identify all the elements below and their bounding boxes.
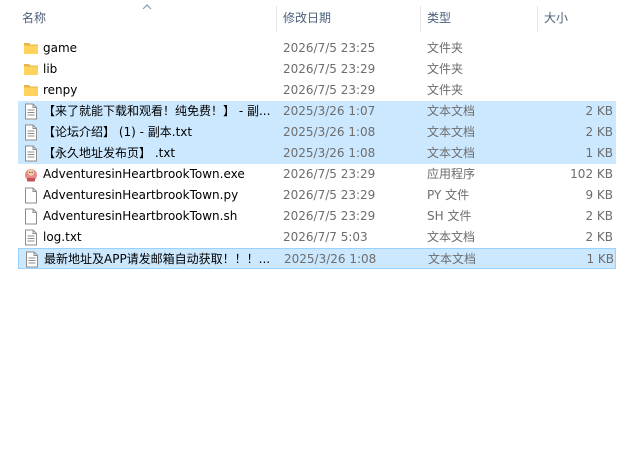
file-type: 文本文档 (428, 252, 477, 266)
file-size (540, 59, 613, 80)
file-type: 文本文档 (427, 230, 476, 244)
column-header-type[interactable]: 类型 (427, 0, 451, 36)
file-type: 文件夹 (427, 83, 464, 97)
folder-icon (23, 82, 39, 99)
file-size: 2 KB (585, 125, 613, 139)
file-size (540, 38, 613, 59)
file-row[interactable]: renpy 2026/7/5 23:29 文件夹 (18, 80, 616, 101)
file-type: 文本文档 (427, 104, 476, 118)
column-divider[interactable] (420, 6, 421, 32)
column-divider[interactable] (276, 6, 277, 32)
file-row[interactable]: AdventuresinHeartbrookTown.py 2026/7/5 23… (18, 185, 616, 206)
file-row[interactable]: AdventuresinHeartbrookTown.sh 2026/7/5 23… (18, 206, 616, 227)
file-name: AdventuresinHeartbrookTown.exe (43, 167, 245, 181)
file-modified-date: 2025/3/26 1:07 (283, 104, 376, 118)
file-modified-date: 2026/7/5 23:29 (283, 62, 376, 76)
file-row[interactable]: 【论坛介绍】 (1) - 副本.txt 2025/3/26 1:08 文本文档 2 K… (18, 122, 616, 143)
file-name: 【永久地址发布页】 .txt (43, 146, 176, 160)
text-file-icon (24, 251, 40, 268)
text-file-icon (23, 103, 39, 120)
file-type: SH 文件 (427, 209, 472, 223)
folder-icon (23, 40, 39, 57)
column-divider[interactable] (537, 6, 538, 32)
file-name: 最新地址及APP请发邮箱自动获取！！！... (44, 252, 271, 266)
file-name: log.txt (43, 230, 82, 244)
text-file-icon (23, 124, 39, 141)
file-type: 应用程序 (427, 167, 476, 181)
file-row[interactable]: 最新地址及APP请发邮箱自动获取！！！... 2025/3/26 1:08 文本文档… (18, 248, 616, 269)
file-row[interactable]: 【来了就能下载和观看！纯免费！】 - 副... 2025/3/26 1:07 文本文… (18, 101, 616, 122)
file-size: 2 KB (585, 209, 613, 223)
file-type: 文件夹 (427, 41, 464, 55)
file-name: renpy (43, 83, 78, 97)
file-row[interactable]: 【永久地址发布页】 .txt 2025/3/26 1:08 文本文档 1 KB (18, 143, 616, 164)
file-size: 2 KB (585, 104, 613, 118)
column-header-date[interactable]: 修改日期 (283, 0, 331, 36)
file-name: 【论坛介绍】 (1) - 副本.txt (43, 125, 193, 139)
file-name: AdventuresinHeartbrookTown.py (43, 188, 239, 202)
text-file-icon (23, 229, 39, 246)
file-type: 文件夹 (427, 62, 464, 76)
file-modified-date: 2026/7/5 23:29 (283, 83, 376, 97)
folder-icon (23, 61, 39, 78)
file-type: 文本文档 (427, 146, 476, 160)
file-modified-date: 2026/7/5 23:29 (283, 188, 376, 202)
file-name: AdventuresinHeartbrookTown.sh (43, 209, 238, 223)
text-file-icon (23, 145, 39, 162)
file-size: 9 KB (585, 188, 613, 202)
file-name: lib (43, 62, 58, 76)
blank-file-icon (23, 187, 39, 204)
file-row[interactable]: log.txt 2026/7/7 5:03 文本文档 2 KB (18, 227, 616, 248)
file-modified-date: 2025/3/26 1:08 (283, 146, 376, 160)
file-row[interactable]: lib 2026/7/5 23:29 文件夹 (18, 59, 616, 80)
file-row[interactable]: AdventuresinHeartbrookTown.exe 2026/7/5 2… (18, 164, 616, 185)
file-row[interactable]: game 2026/7/5 23:25 文件夹 (18, 38, 616, 59)
file-modified-date: 2025/3/26 1:08 (284, 252, 377, 266)
file-size (540, 80, 613, 101)
column-header-size[interactable]: 大小 (544, 0, 568, 36)
file-type: 文本文档 (427, 125, 476, 139)
file-modified-date: 2026/7/5 23:29 (283, 167, 376, 181)
blank-file-icon (23, 208, 39, 225)
column-header: 名称 修改日期 类型 大小 (0, 0, 621, 36)
file-modified-date: 2026/7/7 5:03 (283, 230, 368, 244)
file-size: 2 KB (585, 230, 613, 244)
file-modified-date: 2025/3/26 1:08 (283, 125, 376, 139)
file-type: PY 文件 (427, 188, 470, 202)
sort-ascending-icon (142, 4, 152, 10)
file-name: game (43, 41, 78, 55)
file-size: 102 KB (570, 167, 613, 181)
file-size: 1 KB (585, 146, 613, 160)
app-exe-icon (23, 166, 39, 183)
column-header-name[interactable]: 名称 (22, 0, 46, 36)
file-name: 【来了就能下载和观看！纯免费！】 - 副... (43, 104, 271, 118)
file-modified-date: 2026/7/5 23:29 (283, 209, 376, 223)
file-modified-date: 2026/7/5 23:25 (283, 41, 376, 55)
file-size: 1 KB (586, 252, 614, 266)
